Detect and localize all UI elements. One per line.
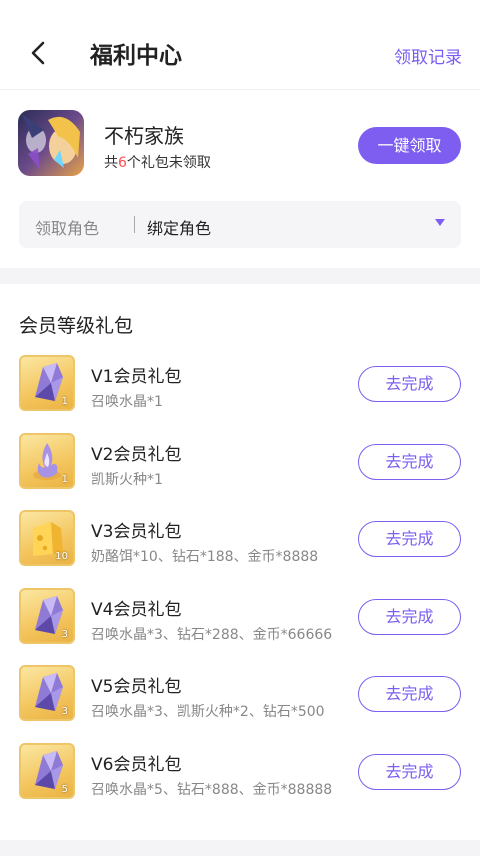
package-contents: 召唤水晶*1 bbox=[91, 394, 163, 410]
package-contents: 凯斯火种*1 bbox=[91, 471, 163, 488]
complete-button[interactable]: 去完成 bbox=[358, 443, 461, 480]
item-quantity: 3 bbox=[61, 706, 68, 717]
item-quantity: 1 bbox=[61, 396, 68, 407]
package-name: V6会员礼包 bbox=[91, 754, 182, 775]
package-name: V4会员礼包 bbox=[91, 599, 182, 620]
complete-button[interactable]: 去完成 bbox=[358, 521, 461, 557]
package-name: V1会员礼包 bbox=[91, 367, 182, 387]
package-row: 3 V5会员礼包 召唤水晶*3、凯斯火种*2、钻石*500 去完成 bbox=[0, 665, 480, 743]
dropdown-caret-icon[interactable] bbox=[435, 219, 445, 226]
game-name: 不朽家族 bbox=[104, 124, 184, 148]
item-quantity: 1 bbox=[61, 473, 68, 485]
package-list: 1 V1会员礼包 召唤水晶*1 去完成 1 V2会员礼包 凯斯火种*1 去完成 bbox=[0, 355, 480, 820]
crystal-icon: 3 bbox=[19, 665, 75, 721]
role-divider bbox=[134, 216, 135, 233]
claim-record-link[interactable]: 领取记录 bbox=[394, 43, 462, 68]
pending-prefix: 共 bbox=[104, 155, 118, 171]
package-row: 1 V1会员礼包 召唤水晶*1 去完成 bbox=[0, 355, 480, 433]
crystal-icon: 5 bbox=[19, 742, 75, 799]
complete-button[interactable]: 去完成 bbox=[358, 366, 461, 402]
crystal-icon: 1 bbox=[19, 355, 75, 411]
back-arrow-icon[interactable] bbox=[26, 38, 52, 68]
package-name: V3会员礼包 bbox=[91, 522, 182, 542]
package-row: 1 V2会员礼包 凯斯火种*1 去完成 bbox=[0, 432, 480, 511]
package-name: V5会员礼包 bbox=[91, 677, 182, 697]
complete-button[interactable]: 去完成 bbox=[358, 598, 461, 635]
item-quantity: 5 bbox=[61, 783, 68, 795]
package-contents: 召唤水晶*5、钻石*888、金币*88888 bbox=[91, 781, 333, 798]
package-row: 10 V3会员礼包 奶酪饵*10、钻石*188、金币*8888 去完成 bbox=[0, 510, 480, 588]
section-divider bbox=[0, 268, 480, 284]
package-contents: 召唤水晶*3、钻石*288、金币*66666 bbox=[91, 626, 333, 643]
role-label: 领取角色 bbox=[35, 219, 100, 238]
package-name: V2会员礼包 bbox=[91, 444, 182, 465]
role-value: 绑定角色 bbox=[147, 219, 212, 238]
item-quantity: 3 bbox=[61, 628, 68, 640]
pending-count: 6 bbox=[118, 155, 127, 171]
complete-button[interactable]: 去完成 bbox=[358, 753, 461, 790]
flame-icon: 1 bbox=[19, 432, 75, 489]
cheese-icon: 10 bbox=[19, 510, 75, 566]
claim-all-button[interactable]: 一键领取 bbox=[358, 127, 461, 164]
package-contents: 奶酪饵*10、钻石*188、金币*8888 bbox=[91, 549, 319, 565]
complete-button[interactable]: 去完成 bbox=[358, 676, 461, 712]
top-nav-bar: 福利中心 领取记录 bbox=[0, 0, 480, 90]
role-selector[interactable]: 领取角色 绑定角色 bbox=[19, 201, 461, 248]
page-title: 福利中心 bbox=[90, 43, 182, 69]
game-card: 不朽家族 共6个礼包未领取 一键领取 领取角色 绑定角色 bbox=[0, 90, 480, 268]
crystal-icon: 3 bbox=[19, 587, 75, 644]
package-row: 3 V4会员礼包 召唤水晶*3、钻石*288、金币*66666 去完成 bbox=[0, 587, 480, 666]
section-title: 会员等级礼包 bbox=[19, 315, 134, 337]
game-app-icon bbox=[18, 110, 84, 176]
pending-suffix: 个礼包未领取 bbox=[126, 155, 211, 171]
package-row: 5 V6会员礼包 召唤水晶*5、钻石*888、金币*88888 去完成 bbox=[0, 742, 480, 821]
item-quantity: 10 bbox=[55, 551, 68, 562]
package-contents: 召唤水晶*3、凯斯火种*2、钻石*500 bbox=[91, 704, 325, 720]
pending-gift-count: 共6个礼包未领取 bbox=[104, 152, 211, 172]
bottom-divider bbox=[0, 840, 480, 856]
